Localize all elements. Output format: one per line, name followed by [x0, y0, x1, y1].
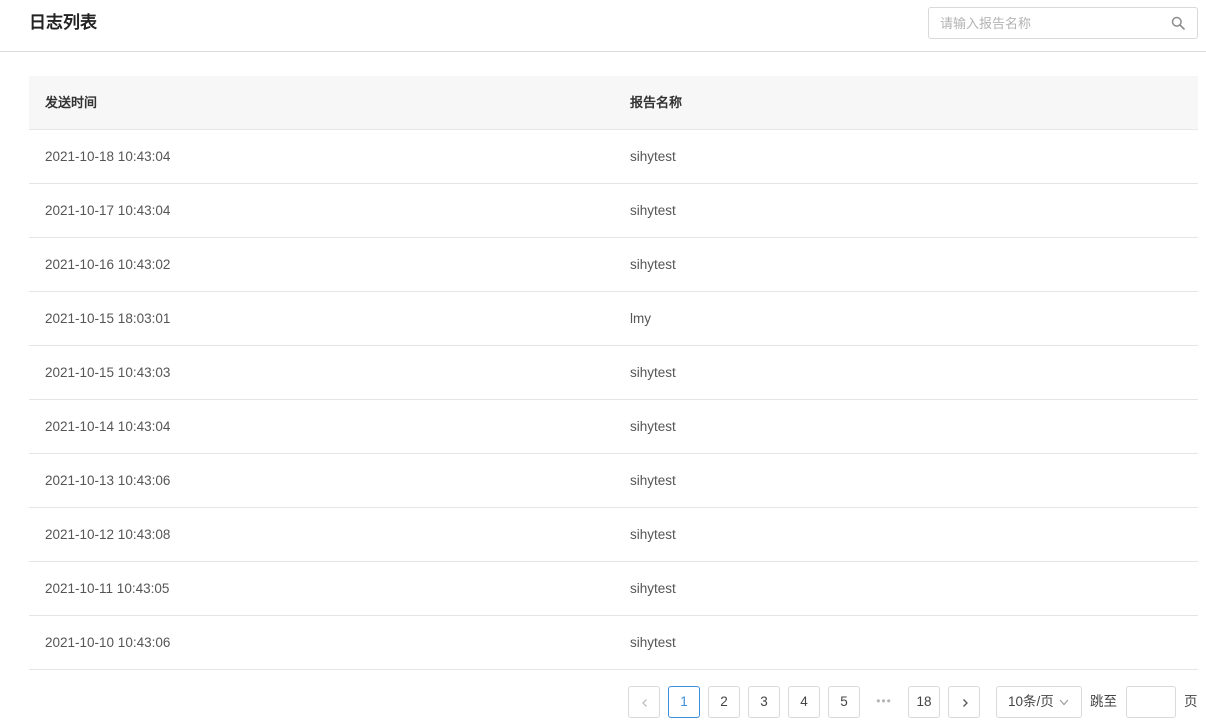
chevron-right-icon	[963, 699, 968, 707]
page-button-4[interactable]: 4	[788, 686, 820, 718]
report-name-cell: lmy	[630, 311, 651, 326]
table-header: 发送时间 报告名称	[29, 76, 1198, 130]
table-row: 2021-10-17 10:43:04 sihytest	[29, 184, 1198, 238]
page-title: 日志列表	[29, 13, 97, 32]
page-button-2[interactable]: 2	[708, 686, 740, 718]
send-time-cell: 2021-10-15 18:03:01	[45, 311, 171, 326]
chevron-down-icon	[1059, 699, 1069, 706]
report-name-cell: sihytest	[630, 419, 676, 434]
page-header: 日志列表	[0, 0, 1206, 52]
report-name-cell: sihytest	[630, 365, 676, 380]
table-row: 2021-10-12 10:43:08 sihytest	[29, 508, 1198, 562]
report-name-cell: sihytest	[630, 581, 676, 596]
report-name-cell: sihytest	[630, 149, 676, 164]
prev-page-button[interactable]	[628, 686, 660, 718]
table-body: 2021-10-18 10:43:04 sihytest 2021-10-17 10…	[29, 130, 1198, 670]
send-time-cell: 2021-10-11 10:43:05	[45, 581, 170, 596]
send-time-cell: 2021-10-13 10:43:06	[45, 473, 171, 488]
column-header-send-time: 发送时间	[45, 95, 98, 110]
table-row: 2021-10-15 18:03:01 lmy	[29, 292, 1198, 346]
column-header-report-name: 报告名称	[630, 95, 683, 110]
table-row: 2021-10-13 10:43:06 sihytest	[29, 454, 1198, 508]
table-row: 2021-10-14 10:43:04 sihytest	[29, 400, 1198, 454]
send-time-cell: 2021-10-12 10:43:08	[45, 527, 171, 542]
page-size-value: 10条/页	[1008, 694, 1054, 709]
page-button-5[interactable]: 5	[828, 686, 860, 718]
table-row: 2021-10-18 10:43:04 sihytest	[29, 130, 1198, 184]
page-button-1[interactable]: 1	[668, 686, 700, 718]
page-button-3[interactable]: 3	[748, 686, 780, 718]
send-time-cell: 2021-10-17 10:43:04	[45, 203, 171, 218]
report-name-cell: sihytest	[630, 635, 676, 650]
next-page-button[interactable]	[948, 686, 980, 718]
report-name-cell: sihytest	[630, 203, 676, 218]
table-row: 2021-10-10 10:43:06 sihytest	[29, 616, 1198, 670]
send-time-cell: 2021-10-14 10:43:04	[45, 419, 171, 434]
send-time-cell: 2021-10-15 10:43:03	[45, 365, 171, 380]
table-row: 2021-10-11 10:43:05 sihytest	[29, 562, 1198, 616]
search-input[interactable]	[929, 8, 1169, 38]
table-row: 2021-10-15 10:43:03 sihytest	[29, 346, 1198, 400]
chevron-left-icon	[642, 699, 647, 707]
page-unit-label: 页	[1184, 694, 1198, 709]
page-ellipsis[interactable]: •••	[868, 686, 900, 718]
jump-label: 跳至	[1090, 694, 1117, 709]
search-icon[interactable]	[1171, 16, 1185, 30]
log-table: 发送时间 报告名称 2021-10-18 10:43:04 sihytest 202…	[29, 76, 1198, 670]
search-box[interactable]	[928, 7, 1198, 39]
send-time-cell: 2021-10-10 10:43:06	[45, 635, 171, 650]
jump-page-input[interactable]	[1126, 686, 1176, 718]
pagination: 1 2 3 4 5 ••• 18 10条/页 跳至 页	[0, 686, 1206, 718]
send-time-cell: 2021-10-18 10:43:04	[45, 149, 171, 164]
send-time-cell: 2021-10-16 10:43:02	[45, 257, 171, 272]
report-name-cell: sihytest	[630, 473, 676, 488]
report-name-cell: sihytest	[630, 527, 676, 542]
page-button-last[interactable]: 18	[908, 686, 940, 718]
report-name-cell: sihytest	[630, 257, 676, 272]
page-size-select[interactable]: 10条/页	[996, 686, 1082, 718]
table-row: 2021-10-16 10:43:02 sihytest	[29, 238, 1198, 292]
